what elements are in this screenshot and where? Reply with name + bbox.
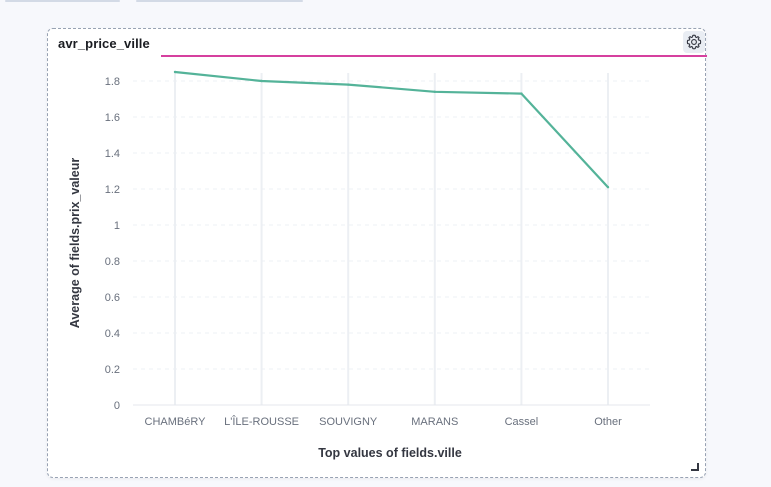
data-point[interactable]: [433, 90, 436, 93]
x-tick-label: Cassel: [505, 416, 539, 428]
y-tick-label: 1.4: [105, 148, 120, 160]
chart-ticks: 0 0.2 0.4 0.6 0.8 1 1.2 1.4 1.6 1.8 CHAMBéRY L'ÎLE-…: [105, 76, 622, 428]
y-tick-label: 1.8: [105, 76, 120, 88]
tab-indicator-2: [136, 0, 303, 2]
series-line: [174, 70, 609, 188]
visualization-panel: avr_price_ville 0 0.2 0.4 0.6 0.8 1 1.2 1.4 1.6 1…: [47, 28, 707, 478]
chart-grid: [133, 73, 650, 406]
y-tick-label: 1: [114, 220, 120, 232]
x-tick-label: MARANS: [411, 416, 458, 428]
y-tick-label: 1.6: [105, 112, 120, 124]
y-axis-title: Average of fields.prix_valeur: [68, 158, 82, 329]
y-tick-label: 0.6: [105, 292, 120, 304]
y-tick-label: 1.2: [105, 184, 120, 196]
chart-series: [173, 70, 610, 189]
line-chart: 0 0.2 0.4 0.6 0.8 1 1.2 1.4 1.6 1.8 CHAMBéRY L'ÎLE-…: [68, 70, 650, 460]
x-tick-label: L'ÎLE-ROUSSE: [224, 415, 299, 428]
x-tick-label: Other: [594, 416, 622, 428]
data-point[interactable]: [347, 83, 350, 86]
x-tick-label: CHAMBéRY: [145, 416, 207, 428]
data-point[interactable]: [173, 70, 177, 74]
data-point[interactable]: [606, 186, 610, 189]
y-tick-label: 0.4: [105, 328, 120, 340]
y-tick-label: 0.2: [105, 364, 120, 376]
tab-indicator-1: [5, 0, 120, 2]
x-axis-title: Top values of fields.ville: [318, 446, 462, 460]
data-point[interactable]: [520, 92, 523, 95]
y-tick-label: 0.8: [105, 256, 120, 268]
x-tick-label: SOUVIGNY: [319, 416, 378, 428]
y-tick-label: 0: [114, 400, 120, 412]
resize-handle[interactable]: [691, 463, 699, 471]
data-point[interactable]: [260, 79, 263, 83]
